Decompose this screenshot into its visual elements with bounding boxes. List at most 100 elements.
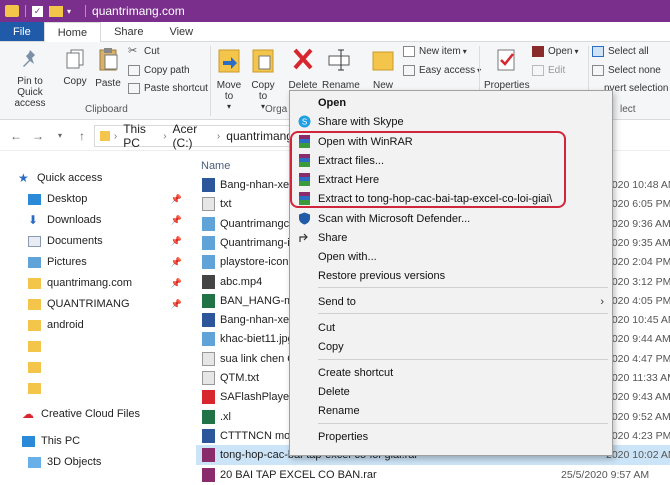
select-all-label: Select all bbox=[608, 46, 649, 57]
menu-item-open-with[interactable]: Open with... bbox=[290, 247, 612, 266]
menu-label: Restore previous versions bbox=[318, 269, 446, 282]
back-arrow-icon[interactable]: ← bbox=[10, 129, 22, 143]
breadcrumb-drive[interactable]: Acer (C:) bbox=[173, 122, 212, 150]
chevron-right-icon: › bbox=[163, 130, 167, 142]
documents-icon bbox=[28, 235, 41, 247]
tab-file[interactable]: File bbox=[0, 22, 44, 41]
cut-button[interactable]: ✂ Cut bbox=[128, 46, 160, 58]
nav-creative-cloud[interactable]: ☁ Creative Cloud Files bbox=[22, 404, 140, 424]
file-date: 2020 9:52 AM bbox=[606, 410, 670, 423]
menu-item-share-skype[interactable]: S Share with Skype bbox=[290, 112, 612, 131]
chevron-right-icon: › bbox=[600, 295, 604, 308]
nav-item-documents[interactable]: Documents 📌 bbox=[28, 231, 192, 251]
file-date: 25/5/2020 9:57 AM bbox=[561, 468, 650, 481]
title-bar: ✓ ▾ quantrimang.com bbox=[0, 0, 670, 22]
tab-share[interactable]: Share bbox=[101, 22, 156, 41]
rename-button[interactable]: Rename bbox=[322, 46, 360, 91]
tab-view[interactable]: View bbox=[156, 22, 206, 41]
pin-icon bbox=[23, 50, 35, 67]
customize-quick-access-icon[interactable]: ▾ bbox=[67, 7, 71, 16]
tab-home[interactable]: Home bbox=[43, 22, 102, 43]
menu-item-rename[interactable]: Rename bbox=[290, 401, 612, 420]
nav-item-downloads[interactable]: ⬇ Downloads 📌 bbox=[28, 210, 192, 230]
forward-arrow-icon[interactable]: → bbox=[32, 129, 44, 143]
new-item-button[interactable]: New item ▾ bbox=[403, 46, 467, 57]
divider bbox=[85, 5, 87, 17]
new-folder-button[interactable]: New bbox=[370, 46, 396, 91]
open-button[interactable]: Open ▾ bbox=[532, 46, 578, 57]
nav-item-pictures[interactable]: Pictures 📌 bbox=[28, 252, 192, 272]
text-file-icon bbox=[202, 351, 215, 366]
image-file-icon bbox=[202, 216, 215, 231]
nav-label: quantrimang.com bbox=[47, 277, 132, 289]
pictures-icon bbox=[28, 256, 41, 268]
text-file-icon bbox=[202, 371, 215, 385]
easy-access-button[interactable]: Easy access ▾ bbox=[403, 65, 481, 76]
menu-item-send-to[interactable]: Send to › bbox=[290, 292, 612, 311]
address-bar[interactable]: › This PC › Acer (C:) › quantrimang bbox=[94, 122, 294, 150]
paste-button[interactable]: Paste bbox=[93, 46, 123, 89]
menu-label: Properties bbox=[318, 430, 369, 443]
folder-icon bbox=[28, 340, 41, 352]
open-icon bbox=[532, 46, 544, 57]
menu-item-delete[interactable]: Delete bbox=[290, 382, 612, 401]
nav-item-unnamed-folder[interactable] bbox=[28, 357, 47, 377]
breadcrumb-folder[interactable]: quantrimang bbox=[226, 129, 293, 143]
svg-text:S: S bbox=[302, 118, 307, 127]
properties-quick-icon[interactable]: ✓ bbox=[32, 5, 43, 17]
column-header-name[interactable]: Name bbox=[201, 160, 230, 172]
file-row[interactable]: 20 BAI TAP EXCEL CO BAN.rar 25/5/2020 9:5… bbox=[196, 465, 670, 485]
paste-shortcut-label: Paste shortcut bbox=[144, 83, 208, 94]
nav-item-quantrimang[interactable]: QUANTRIMANG 📌 bbox=[28, 294, 192, 314]
shield-icon bbox=[299, 212, 310, 225]
pin-quick-access-button[interactable]: Pin to Quick access bbox=[4, 48, 56, 109]
chevron-right-icon: › bbox=[216, 130, 221, 142]
menu-item-copy[interactable]: Copy bbox=[290, 337, 612, 356]
copy-path-button[interactable]: Copy path bbox=[128, 65, 190, 76]
copy-button[interactable]: Copy bbox=[60, 48, 90, 87]
up-arrow-icon[interactable]: ↑ bbox=[76, 129, 88, 143]
nav-item-android[interactable]: android bbox=[28, 315, 84, 335]
menu-item-share[interactable]: Share bbox=[290, 228, 612, 247]
move-to-button[interactable]: Move to ▾ bbox=[214, 46, 244, 111]
copy-to-button[interactable]: Copy to ▾ bbox=[248, 46, 278, 111]
menu-label: Rename bbox=[318, 404, 360, 417]
group-divider bbox=[210, 46, 211, 116]
nav-item-unnamed-folder[interactable] bbox=[28, 336, 47, 356]
nav-quick-access[interactable]: ★ Quick access bbox=[18, 168, 102, 188]
properties-button[interactable]: Properties bbox=[484, 46, 530, 91]
file-name: 20 BAI TAP EXCEL CO BAN.rar bbox=[220, 468, 377, 481]
delete-button[interactable]: Delete bbox=[288, 46, 318, 91]
nav-item-unnamed-folder[interactable] bbox=[28, 378, 47, 398]
file-date: 2020 6:05 PM bbox=[606, 198, 670, 211]
recent-dropdown-icon[interactable]: ▾ bbox=[54, 131, 66, 140]
invert-selection-button[interactable]: nvert selection bbox=[604, 83, 668, 94]
breadcrumb-this-pc[interactable]: This PC bbox=[123, 122, 158, 150]
menu-item-cut[interactable]: Cut bbox=[290, 318, 612, 337]
edit-button[interactable]: Edit bbox=[532, 65, 565, 76]
rar-file-icon bbox=[202, 467, 215, 482]
nav-this-pc[interactable]: This PC bbox=[22, 431, 80, 451]
menu-separator bbox=[318, 359, 608, 360]
star-icon: ★ bbox=[18, 170, 29, 185]
folder-app-icon bbox=[5, 5, 19, 17]
cut-label: Cut bbox=[144, 46, 160, 57]
menu-item-create-shortcut[interactable]: Create shortcut bbox=[290, 363, 612, 382]
menu-item-restore[interactable]: Restore previous versions bbox=[290, 266, 612, 285]
menu-item-open[interactable]: Open bbox=[290, 93, 612, 112]
select-all-button[interactable]: Select all bbox=[592, 46, 649, 57]
file-date: 2020 10:48 AM bbox=[606, 179, 670, 191]
copy-to-label: Copy to bbox=[251, 80, 275, 102]
nav-label: android bbox=[47, 319, 84, 331]
move-to-icon bbox=[218, 49, 240, 73]
paste-shortcut-button[interactable]: Paste shortcut bbox=[128, 83, 208, 94]
nav-item-desktop[interactable]: Desktop 📌 bbox=[28, 189, 192, 209]
nav-3d-objects[interactable]: 3D Objects bbox=[28, 452, 101, 472]
nav-label: Documents bbox=[47, 235, 103, 247]
new-folder-quick-icon[interactable] bbox=[49, 5, 63, 17]
menu-item-scan-defender[interactable]: Scan with Microsoft Defender... bbox=[290, 209, 612, 228]
select-none-button[interactable]: Select none bbox=[592, 65, 661, 76]
video-file-icon bbox=[202, 274, 215, 289]
menu-item-properties[interactable]: Properties bbox=[290, 427, 612, 446]
nav-item-quantrimang-com[interactable]: quantrimang.com 📌 bbox=[28, 273, 192, 293]
